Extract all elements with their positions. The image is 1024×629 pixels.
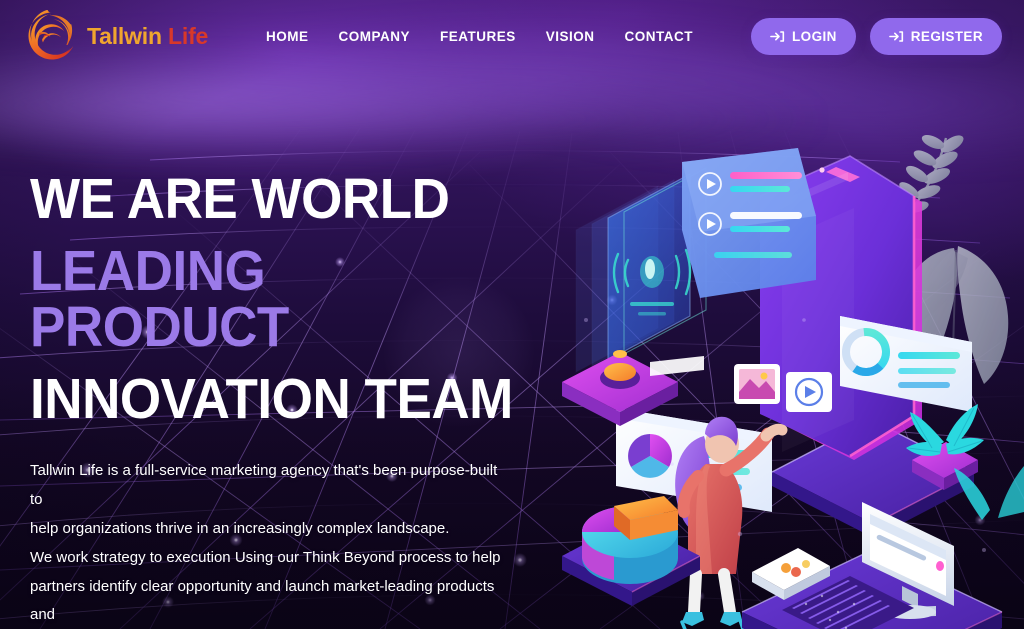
login-button-label: LOGIN — [792, 28, 837, 44]
hero-headline: WE ARE WORLD LEADING PRODUCT INNOVATION … — [30, 167, 523, 431]
hero-section: WE ARE WORLD LEADING PRODUCT INNOVATION … — [0, 72, 560, 629]
hero-paragraph: Tallwin Life is a full-service marketing… — [30, 457, 508, 629]
hero-paragraph-line-4: partners identify clear opportunity and … — [30, 577, 495, 624]
brand-name: Tallwin Life — [87, 23, 208, 50]
auth-button-group: LOGIN REGISTER — [751, 17, 1002, 55]
register-button-label: REGISTER — [910, 28, 983, 44]
sign-in-arrow-icon — [770, 30, 785, 42]
hero-paragraph-line-1: Tallwin Life is a full-service marketing… — [30, 462, 498, 509]
headline-line-3: INNOVATION TEAM — [30, 366, 513, 431]
nav-item-vision[interactable]: VISION — [546, 29, 595, 44]
sign-in-arrow-icon — [888, 30, 903, 42]
brand-name-part1: Tallwin — [87, 22, 162, 49]
media-playlist-card — [682, 148, 816, 298]
brand-logo[interactable]: Tallwin Life — [26, 10, 208, 62]
tallwin-swoosh-logo-icon — [28, 10, 74, 60]
brand-name-part2: Life — [168, 22, 209, 49]
nav-item-contact[interactable]: CONTACT — [625, 29, 694, 44]
site-header: Tallwin Life HOME COMPANY FEATURES VISIO… — [0, 0, 1024, 72]
nav-item-features[interactable]: FEATURES — [440, 29, 516, 44]
headline-line-2: LEADING PRODUCT — [30, 238, 289, 359]
headline-line-1: WE ARE WORLD — [30, 167, 450, 231]
main-navigation: HOME COMPANY FEATURES VISION CONTACT LOG… — [266, 17, 1002, 55]
register-button[interactable]: REGISTER — [869, 17, 1002, 55]
hero-illustration — [554, 120, 1024, 629]
login-button[interactable]: LOGIN — [751, 17, 856, 55]
page-stage: Tallwin Life HOME COMPANY FEATURES VISIO… — [0, 0, 1024, 629]
hero-paragraph-line-2: help organizations thrive in an increasi… — [30, 520, 450, 538]
hero-paragraph-line-3: We work strategy to execution Using our … — [30, 548, 501, 566]
nav-item-home[interactable]: HOME — [266, 29, 309, 44]
nav-item-company[interactable]: COMPANY — [338, 29, 410, 44]
